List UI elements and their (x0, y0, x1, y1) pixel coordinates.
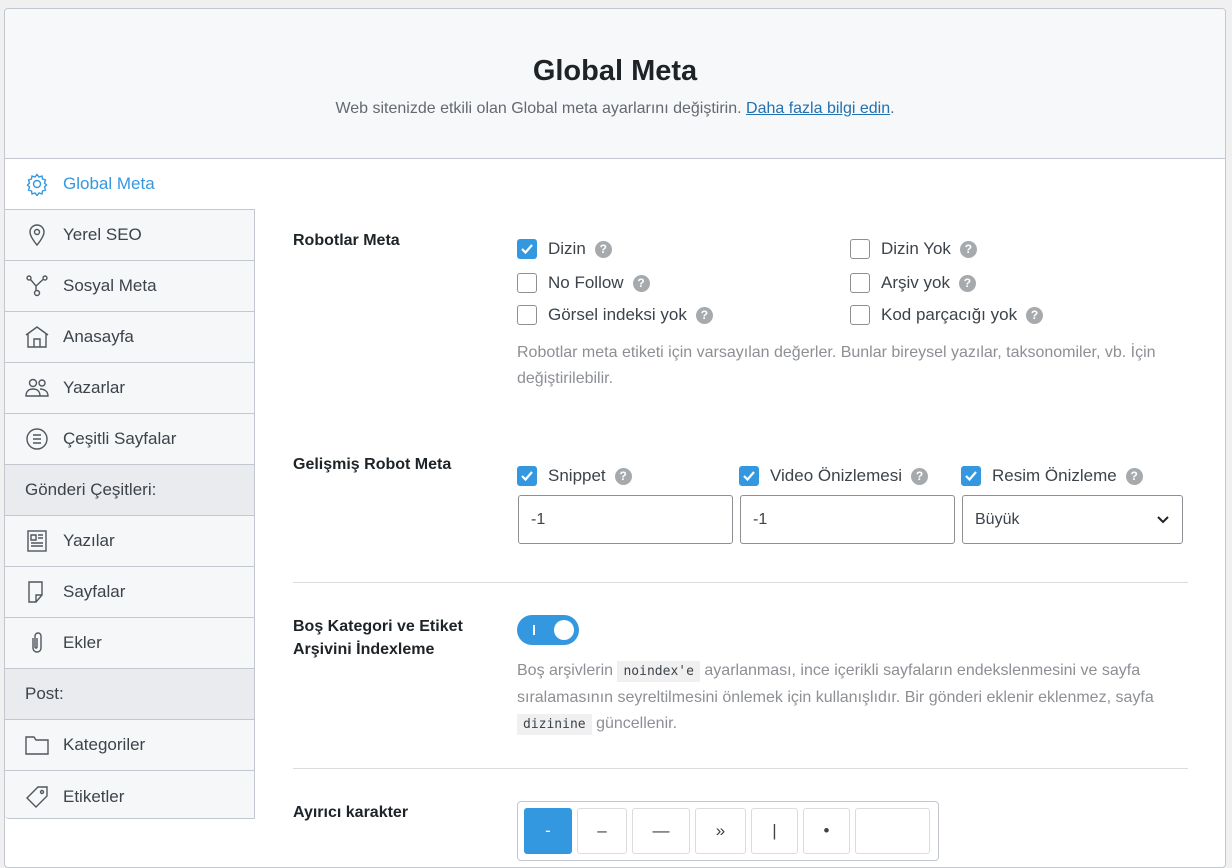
sidebar: Global Meta Yerel SEO Sosyal Meta Anasay… (5, 159, 255, 819)
sidebar-item-sayfalar[interactable]: Sayfalar (5, 567, 254, 618)
help-icon[interactable]: ? (632, 274, 650, 292)
separator-option-raquo[interactable]: » (695, 808, 746, 854)
sidebar-item-etiketler[interactable]: Etiketler (5, 771, 254, 822)
separator-option-custom[interactable] (855, 808, 930, 854)
snippet-checkbox[interactable]: Snippet? (517, 466, 632, 486)
sidebar-item-kategoriler[interactable]: Kategoriler (5, 720, 254, 771)
video-preview-input[interactable]: -1 (740, 495, 955, 544)
robots-meta-label: Robotlar Meta (293, 232, 400, 249)
checkbox-unchecked[interactable] (850, 239, 870, 259)
sidebar-section-post-types: Gönderi Çeşitleri: (5, 465, 254, 516)
map-pin-icon (25, 223, 49, 247)
help-icon[interactable]: ? (1125, 467, 1143, 485)
help-icon[interactable]: ? (614, 467, 632, 485)
folder-icon (25, 733, 49, 757)
help-icon[interactable]: ? (594, 240, 612, 258)
empty-archive-toggle[interactable] (517, 615, 579, 645)
divider (293, 582, 1188, 583)
page-header: Global Meta Web sitenizde etkili olan Gl… (5, 9, 1225, 159)
sidebar-item-yerel-seo[interactable]: Yerel SEO (5, 210, 254, 261)
checkbox-unchecked[interactable] (517, 305, 537, 325)
users-icon (25, 376, 49, 400)
sidebar-item-sosyal-meta[interactable]: Sosyal Meta (5, 261, 254, 312)
tag-icon (25, 785, 49, 809)
page-title: Global Meta (532, 55, 698, 87)
empty-archive-label: Boş Kategori ve Etiket Arşivini İndexlem… (293, 618, 463, 658)
page-subtitle: Web sitenizde etkili olan Global meta ay… (335, 100, 895, 117)
robots-option-checkbox[interactable]: Kod parçacığı yok? (850, 305, 1044, 325)
video-preview-checkbox[interactable]: Video Önizlemesi? (739, 466, 928, 486)
page-icon (25, 580, 49, 604)
sidebar-item-cesitli-sayfalar[interactable]: Çeşitli Sayfalar (5, 414, 254, 465)
document-icon (25, 529, 49, 553)
sidebar-item-global-meta[interactable]: Global Meta (5, 159, 255, 210)
checkbox-checked[interactable] (739, 466, 759, 486)
robots-option-checkbox[interactable]: No Follow? (517, 273, 650, 293)
image-preview-select[interactable]: Büyük (962, 495, 1183, 544)
robots-option-checkbox[interactable]: Görsel indeksi yok? (517, 305, 713, 325)
checkbox-unchecked[interactable] (850, 273, 870, 293)
robots-option-checkbox[interactable]: Dizin? (517, 239, 612, 259)
separator-option-bullet[interactable]: • (803, 808, 850, 854)
checkbox-checked[interactable] (517, 239, 537, 259)
sidebar-item-ekler[interactable]: Ekler (5, 618, 254, 669)
chevron-down-icon (1157, 515, 1169, 523)
separator-label: Ayırıcı karakter (293, 804, 409, 821)
image-preview-checkbox[interactable]: Resim Önizleme? (961, 466, 1143, 486)
separator-option-en-dash[interactable]: – (577, 808, 627, 854)
robots-description: Robotlar meta etiketi için varsayılan de… (517, 344, 1156, 387)
sidebar-item-anasayfa[interactable]: Anasayfa (5, 312, 254, 363)
help-icon[interactable]: ? (1026, 306, 1044, 324)
help-icon[interactable]: ? (695, 306, 713, 324)
robots-option-checkbox[interactable]: Arşiv yok? (850, 273, 976, 293)
sidebar-item-yazilar[interactable]: Yazılar (5, 516, 254, 567)
share-nodes-icon (25, 274, 49, 298)
checkbox-checked[interactable] (961, 466, 981, 486)
home-icon (25, 325, 49, 349)
help-icon[interactable]: ? (910, 467, 928, 485)
separator-option-pipe[interactable]: | (751, 808, 798, 854)
advanced-robots-label: Gelişmiş Robot Meta (293, 456, 452, 473)
separator-option-hyphen[interactable]: - (524, 808, 572, 854)
separator-option-em-dash[interactable]: — (632, 808, 690, 854)
gear-icon (25, 172, 49, 196)
divider (293, 768, 1188, 769)
help-icon[interactable]: ? (959, 240, 977, 258)
learn-more-link[interactable]: Daha fazla bilgi edin (746, 100, 890, 117)
sidebar-item-yazarlar[interactable]: Yazarlar (5, 363, 254, 414)
checkbox-unchecked[interactable] (517, 273, 537, 293)
checkbox-checked[interactable] (517, 466, 537, 486)
separator-options: - – — » | • (517, 801, 939, 861)
help-icon[interactable]: ? (958, 274, 976, 292)
snippet-input[interactable]: -1 (518, 495, 733, 544)
checkbox-unchecked[interactable] (850, 305, 870, 325)
settings-panel: Global Meta Web sitenizde etkili olan Gl… (4, 8, 1226, 868)
sidebar-section-post: Post: (5, 669, 254, 720)
paperclip-icon (25, 631, 49, 655)
robots-option-checkbox[interactable]: Dizin Yok? (850, 239, 977, 259)
empty-archive-description: Boş arşivlerin noindex'e ayarlanması, in… (517, 658, 1177, 738)
list-circle-icon (25, 427, 49, 451)
settings-content: Robotlar Meta Dizin? Dizin Yok? No Follow?… (256, 159, 1225, 867)
